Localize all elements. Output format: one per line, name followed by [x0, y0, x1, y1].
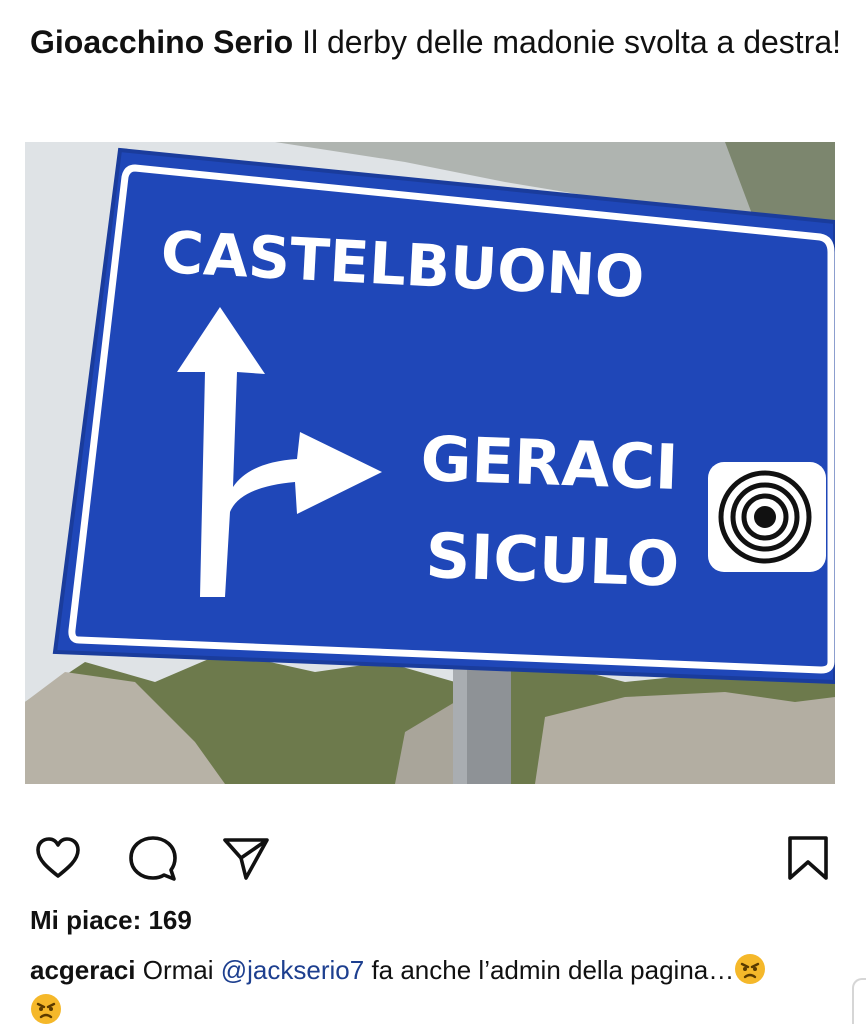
action-bar: [0, 826, 866, 890]
comment-text-before: Ormai: [135, 955, 221, 985]
comment-text-after: fa anche l’admin della pagina…: [364, 955, 735, 985]
comment-username[interactable]: acgeraci: [30, 955, 136, 985]
post-caption: Gioacchino Serio Il derby delle madonie …: [30, 18, 842, 66]
post-photo[interactable]: CASTELBUONO GERACI SICULO: [25, 142, 835, 784]
speed-camera-icon: [708, 462, 826, 572]
road-sign-photo: CASTELBUONO GERACI SICULO: [25, 142, 835, 784]
angry-face-emoji: [31, 994, 61, 1024]
comment-bubble-icon[interactable]: [127, 834, 179, 882]
post-author[interactable]: Gioacchino Serio: [30, 24, 293, 60]
paper-plane-icon[interactable]: [219, 834, 271, 882]
comment-mention[interactable]: @jackserio7: [221, 955, 364, 985]
likes-count[interactable]: Mi piace: 169: [30, 905, 192, 936]
comment: acgeraci Ormai @jackserio7 fa anche l’ad…: [30, 950, 830, 1030]
angry-face-emoji: [735, 954, 766, 984]
post-caption-text: Il derby delle madonie svolta a destra!: [293, 24, 842, 60]
scroll-edge-indicator: [852, 978, 866, 1024]
sign-geraci: GERACI: [419, 422, 679, 504]
bookmark-icon[interactable]: [782, 834, 834, 882]
sign-siculo: SICULO: [424, 519, 680, 601]
heart-icon[interactable]: [32, 834, 84, 882]
